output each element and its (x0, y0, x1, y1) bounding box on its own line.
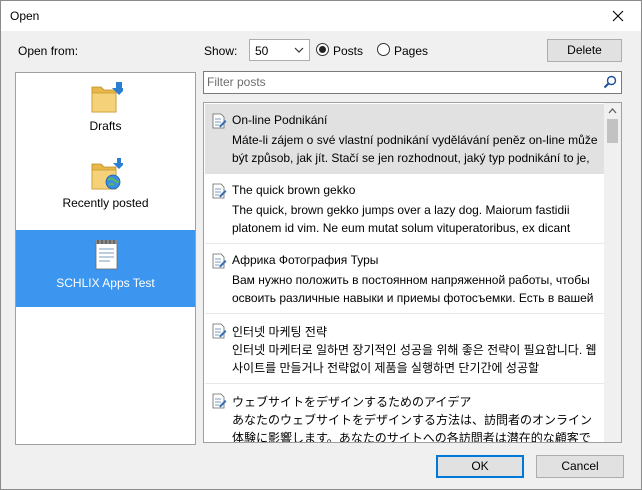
post-document-icon (212, 323, 227, 339)
post-item[interactable]: On-line Podnikání Máte-li zájem o své vl… (205, 104, 605, 174)
post-document-icon (212, 183, 227, 199)
cancel-button[interactable]: Cancel (536, 455, 624, 478)
post-title: 인터넷 마케팅 전략 (232, 325, 327, 339)
close-icon (612, 10, 624, 22)
post-excerpt: The quick, brown gekko jumps over a lazy… (232, 203, 571, 235)
post-title: ウェブサイトをデザインするためのアイデア (232, 395, 472, 409)
filter-input[interactable] (207, 74, 587, 90)
filter-box (203, 71, 622, 94)
post-document-icon (212, 253, 227, 269)
source-label: Drafts (89, 119, 122, 133)
post-excerpt: あなたのウェブサイトをデザインする方法は、訪問者のオンライン体験に影響します。あ… (232, 413, 593, 443)
pages-radio[interactable] (377, 43, 390, 56)
post-title: Африка Фотография Туры (232, 253, 379, 267)
show-count-select[interactable]: 50 (249, 39, 310, 61)
scrollbar-thumb[interactable] (607, 119, 618, 143)
source-item-drafts[interactable]: Drafts (16, 73, 195, 150)
post-excerpt: Вам нужно положить в постоянном напряжен… (232, 273, 594, 305)
radio-selected-dot (319, 46, 326, 53)
post-item[interactable]: ウェブサイトをデザインするためのアイデア あなたのウェブサイトをデザインする方法… (205, 384, 605, 443)
post-item[interactable]: The quick brown gekko The quick, brown g… (205, 174, 605, 244)
post-document-icon (212, 393, 227, 409)
post-excerpt: 인터넷 마케터로 일하면 장기적인 성공을 위해 좋은 전략이 필요합니다. 웹… (232, 343, 597, 375)
post-title: On-line Podnikání (232, 113, 328, 127)
post-item[interactable]: 인터넷 마케팅 전략 인터넷 마케터로 일하면 장기적인 성공을 위해 좋은 전… (205, 314, 605, 384)
pages-radio-label[interactable]: Pages (394, 44, 428, 58)
show-count-value: 50 (255, 44, 269, 58)
search-icon[interactable] (603, 75, 617, 89)
source-item-recently-posted[interactable]: Recently posted (16, 150, 195, 227)
post-item[interactable]: Африка Фотография Туры Вам нужно положит… (205, 244, 605, 314)
source-label: Recently posted (62, 196, 149, 210)
source-item-schlix-apps-test[interactable]: SCHLIX Apps Test (16, 230, 195, 307)
delete-button[interactable]: Delete (547, 39, 622, 62)
chevron-down-icon (294, 47, 304, 53)
open-from-label: Open from: (18, 44, 79, 58)
recently-posted-folder-icon (91, 158, 123, 190)
ok-button[interactable]: OK (436, 455, 524, 478)
open-dialog: Open Open from: Drafts Recently posted S… (0, 0, 642, 490)
drafts-folder-icon (91, 82, 123, 113)
title-bar: Open (1, 1, 641, 31)
source-label: SCHLIX Apps Test (56, 276, 155, 290)
source-list: Drafts Recently posted SCHLIX Apps Test (15, 72, 196, 445)
blog-notepad-icon (95, 240, 118, 270)
show-label: Show: (204, 44, 238, 58)
post-document-icon (212, 113, 227, 129)
close-button[interactable] (595, 1, 641, 31)
posts-radio-label[interactable]: Posts (333, 44, 363, 58)
post-title: The quick brown gekko (232, 183, 356, 197)
posts-radio[interactable] (316, 43, 329, 56)
post-excerpt: Máte-li zájem o své vlastní podnikání vy… (232, 133, 598, 165)
scroll-up-arrow-icon[interactable] (608, 107, 617, 114)
dialog-title: Open (10, 9, 40, 23)
posts-list: On-line Podnikání Máte-li zájem o své vl… (203, 102, 622, 443)
posts-scrollbar[interactable] (604, 103, 621, 442)
